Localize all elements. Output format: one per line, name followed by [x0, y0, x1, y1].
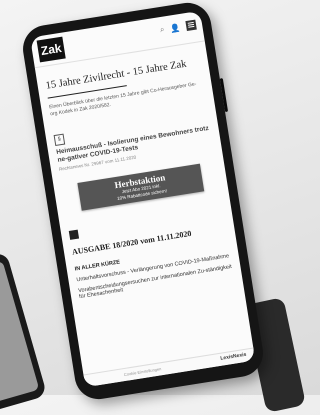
page-footer: Cookie-Einstellungen LexisNexis [83, 347, 256, 388]
phone-side-button [219, 78, 229, 113]
search-icon[interactable]: ⌕ [159, 25, 165, 36]
page-content: 15 Jahre Zivilrecht - 15 Jahre Zak Einen… [35, 41, 243, 311]
header-icons: ⌕ 👤 [159, 19, 197, 36]
background-device [0, 251, 48, 415]
photo-scene: Zak ⌕ 👤 15 Jahre Zivilrecht - 15 Jahre Z… [0, 0, 306, 415]
article-icon: § [53, 133, 66, 147]
background-device-screen [0, 260, 40, 406]
user-icon[interactable]: 👤 [170, 23, 181, 33]
cookie-settings-link[interactable]: Cookie-Einstellungen [124, 366, 162, 377]
menu-icon[interactable] [185, 19, 197, 32]
lexisnexis-logo: LexisNexis [220, 351, 247, 362]
phone-screen: Zak ⌕ 👤 15 Jahre Zivilrecht - 15 Jahre Z… [30, 10, 256, 388]
smartphone: Zak ⌕ 👤 15 Jahre Zivilrecht - 15 Jahre Z… [19, 0, 267, 403]
zak-logo[interactable]: Zak [36, 36, 66, 63]
issue-icon [68, 229, 80, 240]
promo-banner[interactable]: Herbstaktion Jetzt Abo 2021 inkl. 10% Ra… [77, 163, 205, 211]
